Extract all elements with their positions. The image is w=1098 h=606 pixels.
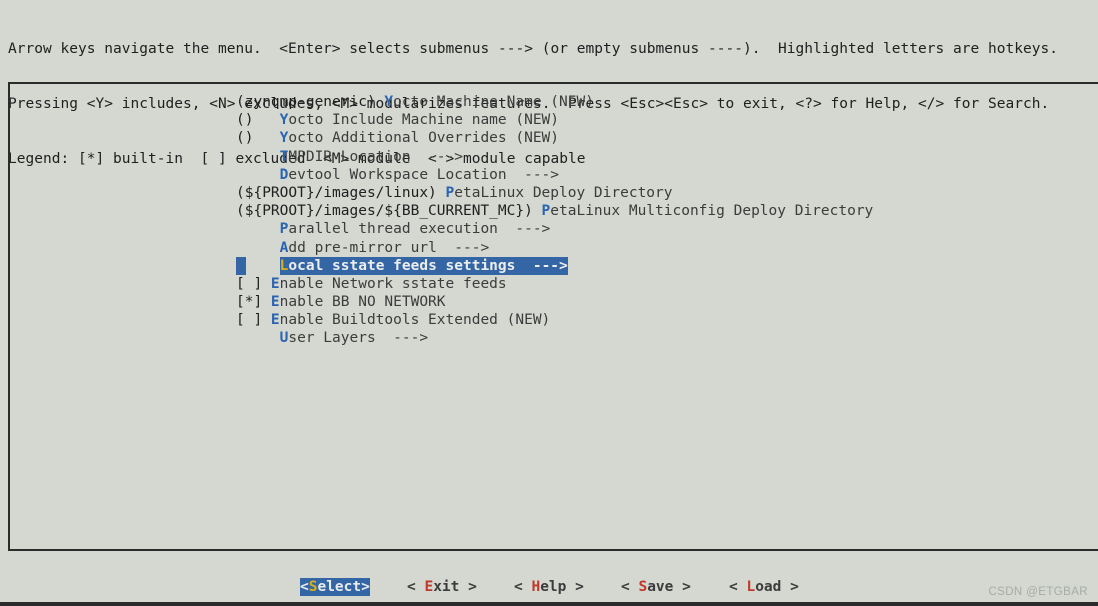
button-bracket-left: < [407, 579, 425, 595]
menu-item[interactable]: TMPDIR Location ---> [236, 148, 1086, 166]
menu-item-hotkey: P [445, 184, 455, 201]
button-bar: <Select> < Exit > < Help > < Save > < Load > [0, 578, 1098, 598]
button-hotkey: E [424, 579, 434, 595]
button-label: elp > [540, 579, 584, 595]
menu-item-label: evtool Workspace Location [288, 166, 507, 183]
menu-item-prefix [236, 239, 280, 257]
menu-item[interactable]: (${PROOT}/images/linux) PetaLinux Deploy… [236, 184, 1086, 202]
menu-item-label: octo Additional Overrides (NEW) [288, 130, 560, 147]
menu-item[interactable]: (${PROOT}/images/${BB_CURRENT_MC}) PetaL… [236, 202, 1086, 220]
button-help[interactable]: < Help > [514, 578, 584, 596]
button-bracket-left: < [621, 579, 639, 595]
menu-item-label: octo Machine Name (NEW) [393, 94, 594, 110]
selection-cursor-block [236, 256, 246, 275]
menu-item-highlight: Local sstate feeds settings ---> [279, 256, 568, 275]
menu-item-label: octo Include Machine name (NEW) [288, 112, 560, 129]
menu-item-prefix: [*] [236, 294, 271, 311]
menu-item-hotkey: E [270, 275, 280, 292]
menu-item-hotkey: E [270, 294, 280, 311]
submenu-arrow-icon: ---> [436, 239, 490, 256]
menu-item-prefix: () [236, 112, 280, 129]
menu-item-prefix: (${PROOT}/images/linux) [236, 184, 446, 201]
submenu-arrow-icon: ---> [410, 148, 463, 165]
bottom-divider [0, 602, 1098, 606]
menu-item-label: dd pre-mirror url [288, 239, 437, 256]
menu-list: (zynqmp-generic) Yocto Machine Name (NEW… [236, 93, 1086, 348]
menu-item-label: nable BB NO NETWORK [279, 294, 446, 311]
menu-item-label: nable Network sstate feeds [279, 275, 507, 292]
menu-item-label: ser Layers [288, 330, 376, 347]
menu-item-hotkey: P [541, 203, 551, 220]
menu-item[interactable]: Add pre-mirror url ---> [236, 239, 1086, 257]
menu-item-hotkey: Y [384, 94, 394, 110]
menu-item-label: arallel thread execution [288, 221, 498, 238]
menu-item-prefix: [ ] [236, 275, 271, 292]
menu-item-prefix: [ ] [236, 312, 271, 329]
menu-item-prefix [236, 166, 280, 184]
button-exit[interactable]: < Exit > [407, 578, 477, 596]
button-label: oad > [755, 579, 799, 595]
button-bracket-left: < [514, 579, 532, 595]
menu-item[interactable]: Local sstate feeds settings ---> [236, 256, 1086, 275]
menu-item[interactable]: Devtool Workspace Location ---> [236, 166, 1086, 184]
menu-item[interactable]: User Layers ---> [236, 329, 1086, 347]
button-bracket-left: < [300, 579, 309, 595]
menu-item[interactable]: Parallel thread execution ---> [236, 220, 1086, 238]
kconfig-menuconfig-screen: Arrow keys navigate the menu. <Enter> se… [0, 0, 1098, 606]
menu-item-prefix: () [236, 130, 280, 147]
menu-item-label: etaLinux Multiconfig Deploy Directory [550, 203, 874, 220]
button-save[interactable]: < Save > [621, 578, 691, 596]
menu-item[interactable]: [*] Enable BB NO NETWORK [236, 293, 1086, 311]
button-label: elect> [317, 579, 370, 595]
menu-item[interactable]: () Yocto Additional Overrides (NEW) [236, 129, 1086, 147]
menu-item-label: ocal sstate feeds settings [288, 257, 516, 274]
menu-item-prefix [236, 148, 280, 166]
menu-item-prefix: (${PROOT}/images/${BB_CURRENT_MC}) [236, 203, 542, 220]
button-hotkey: H [531, 579, 541, 595]
submenu-arrow-icon: ---> [506, 166, 560, 183]
menu-item-prefix [236, 220, 280, 238]
menu-item-hotkey: E [270, 312, 280, 329]
menu-item-prefix: (zynqmp-generic) [236, 94, 385, 110]
submenu-arrow-icon: ---> [375, 330, 429, 347]
button-select[interactable]: <Select> [300, 578, 370, 597]
menu-item[interactable]: [ ] Enable Buildtools Extended (NEW) [236, 311, 1086, 329]
button-hotkey: L [746, 579, 756, 595]
menu-item-label: MPDIR Location [288, 148, 411, 165]
button-label: ave > [647, 579, 691, 595]
button-load[interactable]: < Load > [729, 578, 799, 596]
menu-item[interactable]: [ ] Enable Network sstate feeds [236, 275, 1086, 293]
help-line-1: Arrow keys navigate the menu. <Enter> se… [8, 41, 1058, 58]
menu-item[interactable]: (zynqmp-generic) Yocto Machine Name (NEW… [236, 93, 1086, 111]
menu-item-prefix [236, 329, 280, 347]
button-label: xit > [433, 579, 477, 595]
watermark: CSDN @ETGBAR [988, 586, 1088, 598]
menu-item-label: nable Buildtools Extended (NEW) [279, 312, 551, 329]
submenu-arrow-icon: ---> [515, 257, 568, 274]
button-bracket-left: < [729, 579, 747, 595]
menu-item[interactable]: () Yocto Include Machine name (NEW) [236, 111, 1086, 129]
menu-item-label: etaLinux Deploy Directory [454, 184, 673, 201]
submenu-arrow-icon: ---> [497, 221, 551, 238]
button-hotkey: S [638, 579, 648, 595]
